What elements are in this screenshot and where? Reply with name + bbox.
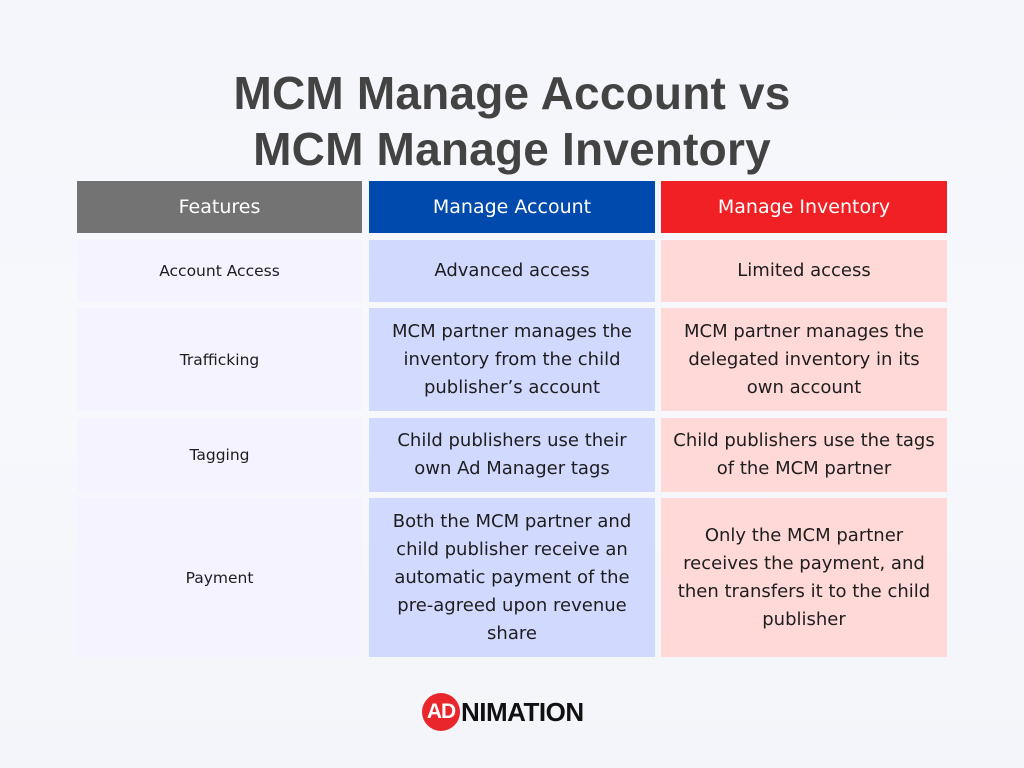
adnimation-logo: AD NIMATION [422, 692, 584, 732]
feature-tagging: Tagging [77, 418, 362, 492]
adnimation-logo-icon: AD [422, 693, 460, 731]
logo-text: NIMATION [461, 696, 584, 727]
inventory-cell-payment: Only the MCM partner receives the paymen… [661, 498, 947, 657]
header-manage-inventory: Manage Inventory [661, 181, 947, 233]
inventory-cell-trafficking: MCM partner manages the delegated invent… [661, 308, 947, 411]
inventory-cell-tagging: Child publishers use the tags of the MCM… [661, 418, 947, 492]
account-cell-tagging: Child publishers use their own Ad Manage… [369, 418, 655, 492]
account-cell-payment: Both the MCM partner and child publisher… [369, 498, 655, 657]
title-line-1: MCM Manage Account vs [233, 66, 791, 119]
logo-badge-text: AD [426, 700, 456, 723]
feature-trafficking: Trafficking [77, 308, 362, 411]
title-line-2: MCM Manage Inventory [253, 122, 771, 175]
feature-account-access: Account Access [77, 240, 362, 302]
page-title: MCM Manage Account vs MCM Manage Invento… [0, 65, 1024, 177]
inventory-cell-account-access: Limited access [661, 240, 947, 302]
header-features: Features [77, 181, 362, 233]
header-manage-account: Manage Account [369, 181, 655, 233]
account-cell-account-access: Advanced access [369, 240, 655, 302]
account-cell-trafficking: MCM partner manages the inventory from t… [369, 308, 655, 411]
feature-payment: Payment [77, 498, 362, 657]
